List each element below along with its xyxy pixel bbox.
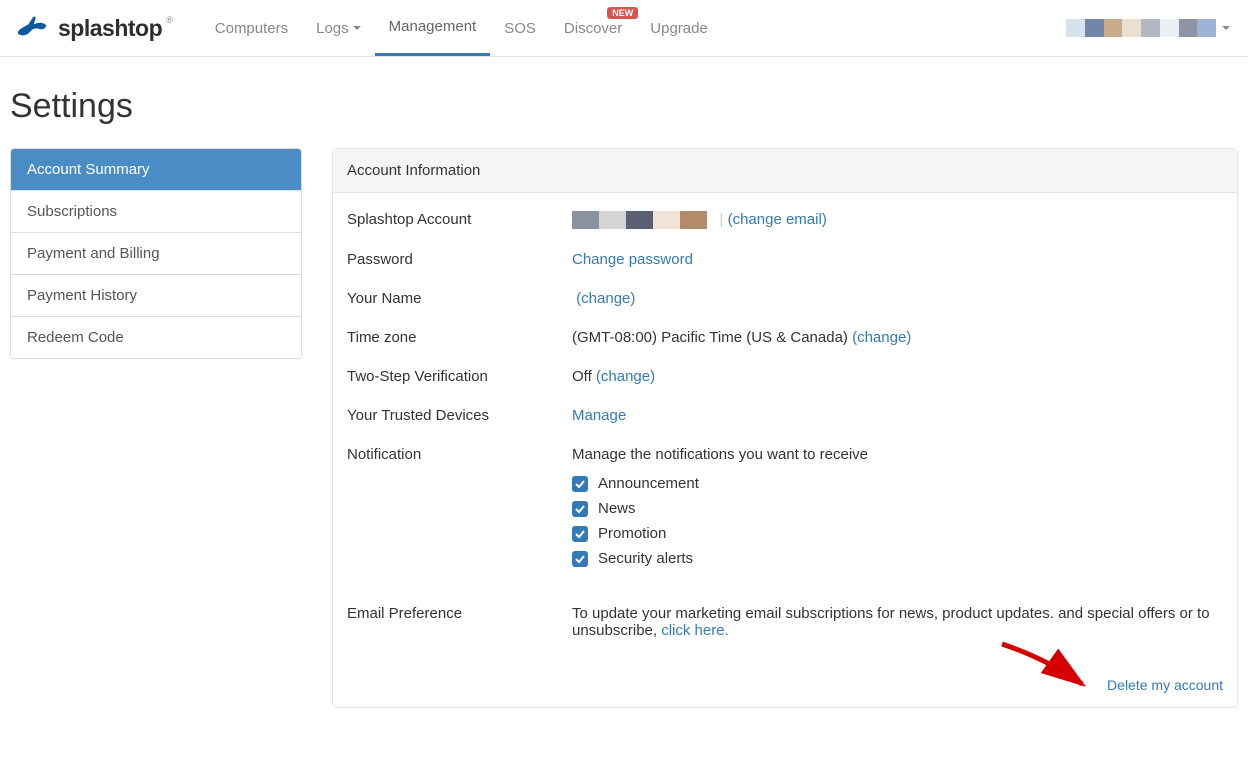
change-email-link[interactable]: (change email) (728, 211, 827, 228)
emailpref-label: Email Preference (347, 605, 572, 622)
notif-desc: Manage the notifications you want to rec… (572, 446, 1223, 463)
change-twostep-link[interactable]: (change) (596, 368, 655, 385)
delete-account-row: Delete my account (347, 677, 1223, 693)
nav-sos[interactable]: SOS (490, 0, 550, 56)
notif-security: Security alerts (572, 550, 1223, 567)
emailpref-link[interactable]: click here. (661, 622, 729, 639)
manage-trusted-link[interactable]: Manage (572, 407, 626, 424)
nav-management[interactable]: Management (375, 0, 491, 56)
row-timezone: Time zone (GMT-08:00) Pacific Time (US &… (347, 329, 1223, 346)
nav-upgrade[interactable]: Upgrade (636, 0, 722, 56)
change-password-link[interactable]: Change password (572, 251, 693, 268)
top-nav: splashtop ® Computers Logs Management SO… (0, 0, 1248, 57)
nav-items: Computers Logs Management SOS DiscoverNE… (201, 0, 722, 56)
checkbox-announcement[interactable] (572, 476, 588, 492)
tz-value: (GMT-08:00) Pacific Time (US & Canada) (572, 329, 848, 346)
check-icon (574, 478, 586, 490)
check-icon (574, 503, 586, 515)
notif-announcement: Announcement (572, 475, 1223, 492)
page-container: Settings Account Summary Subscriptions P… (0, 57, 1248, 738)
chevron-down-icon (353, 26, 361, 30)
password-label: Password (347, 251, 572, 268)
settings-layout: Account Summary Subscriptions Payment an… (10, 148, 1238, 708)
account-email-redacted (572, 211, 707, 229)
account-info-panel: Account Information Splashtop Account | … (332, 148, 1238, 708)
twostep-label: Two-Step Verification (347, 368, 572, 385)
tz-label: Time zone (347, 329, 572, 346)
nav-user-menu[interactable] (1066, 19, 1240, 37)
splashtop-logo-icon (14, 10, 50, 46)
checkbox-security[interactable] (572, 551, 588, 567)
check-icon (574, 553, 586, 565)
chevron-down-icon (1222, 26, 1230, 30)
nav-discover[interactable]: DiscoverNEW (550, 0, 636, 56)
check-icon (574, 528, 586, 540)
row-account: Splashtop Account | (change email) (347, 211, 1223, 229)
row-name: Your Name (change) (347, 290, 1223, 307)
nav-logs[interactable]: Logs (302, 0, 375, 56)
sidebar-item-subscriptions[interactable]: Subscriptions (11, 191, 301, 233)
user-redacted (1066, 19, 1216, 37)
logo-text: splashtop (58, 15, 162, 42)
account-label: Splashtop Account (347, 211, 572, 228)
change-name-link[interactable]: (change) (576, 290, 635, 307)
checkbox-promotion[interactable] (572, 526, 588, 542)
page-title: Settings (10, 87, 1238, 126)
sidebar-item-account-summary[interactable]: Account Summary (11, 149, 301, 191)
row-email-pref: Email Preference To update your marketin… (347, 605, 1223, 639)
settings-sidebar: Account Summary Subscriptions Payment an… (10, 148, 302, 359)
row-trusted-devices: Your Trusted Devices Manage (347, 407, 1223, 424)
checkbox-news[interactable] (572, 501, 588, 517)
trademark-icon: ® (166, 15, 173, 25)
notif-label: Notification (347, 446, 572, 463)
notif-promotion: Promotion (572, 525, 1223, 542)
row-password: Password Change password (347, 251, 1223, 268)
change-tz-link[interactable]: (change) (852, 329, 911, 346)
new-badge: NEW (607, 7, 638, 19)
sidebar-item-redeem-code[interactable]: Redeem Code (11, 317, 301, 358)
row-twostep: Two-Step Verification Off (change) (347, 368, 1223, 385)
trusted-label: Your Trusted Devices (347, 407, 572, 424)
row-notification: Notification Manage the notifications yo… (347, 446, 1223, 575)
nav-computers[interactable]: Computers (201, 0, 302, 56)
name-label: Your Name (347, 290, 572, 307)
delete-account-link[interactable]: Delete my account (1107, 677, 1223, 693)
twostep-value: Off (572, 368, 592, 385)
sidebar-item-payment-billing[interactable]: Payment and Billing (11, 233, 301, 275)
panel-header: Account Information (333, 149, 1237, 193)
notif-news: News (572, 500, 1223, 517)
logo[interactable]: splashtop ® (8, 0, 183, 56)
sidebar-item-payment-history[interactable]: Payment History (11, 275, 301, 317)
